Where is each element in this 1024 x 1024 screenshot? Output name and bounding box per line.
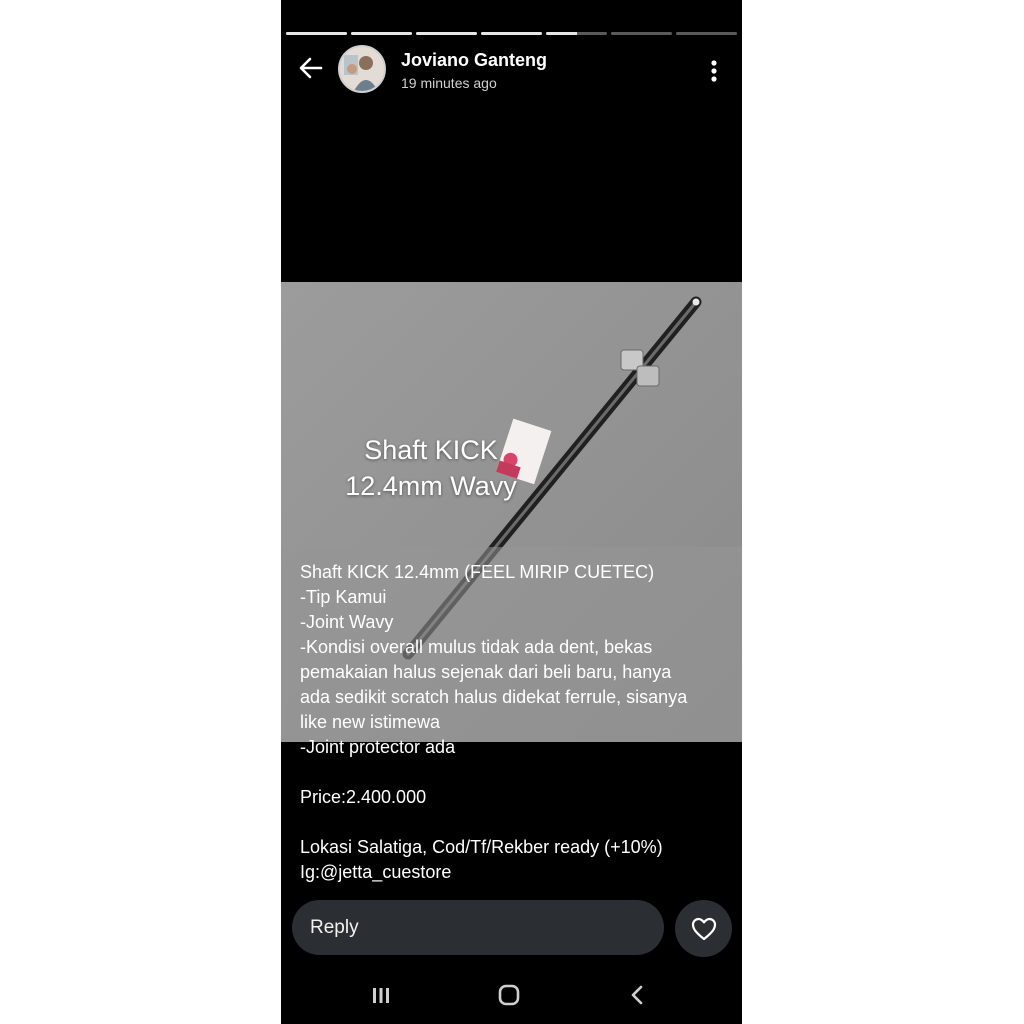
caption-line: -Kondisi overall mulus tidak ada dent, b… [300,637,653,657]
progress-segment-fill [481,32,542,35]
story-header: Joviano Ganteng 19 minutes ago [281,44,742,96]
story-progress-bar [286,32,737,35]
caption-line: Ig:@jetta_cuestore [300,862,452,882]
caption-line: -Joint Wavy [300,612,394,632]
story-caption: Shaft KICK 12.4mm (FEEL MIRIP CUETEC) -Ti… [300,560,728,885]
home-icon[interactable] [495,982,523,1008]
system-nav-bar [281,962,742,1024]
story-viewer: Joviano Ganteng 19 minutes ago Shaft KIC… [281,0,742,1024]
avatar[interactable] [338,45,386,93]
recent-apps-icon[interactable] [367,982,395,1008]
reply-placeholder: Reply [310,916,359,938]
progress-segment [676,32,737,35]
progress-segment [546,32,607,35]
caption-line: Shaft KICK 12.4mm (FEEL MIRIP CUETEC) [300,562,655,582]
progress-segment-fill [416,32,477,35]
caption-line: Lokasi Salatiga, Cod/Tf/Rekber ready (+1… [300,837,663,857]
nav-back-icon[interactable] [624,982,652,1008]
caption-line: pemakaian halus sejenak dari beli baru, … [300,662,672,682]
sticker-line: 12.4mm Wavy [345,471,517,501]
photo-text-sticker: Shaft KICK 12.4mm Wavy [311,432,551,504]
progress-segment [286,32,347,35]
caption-line: -Tip Kamui [300,587,387,607]
sticker-line: Shaft KICK [364,435,498,465]
caption-line: like new istimewa [300,712,441,732]
reply-input[interactable]: Reply [292,900,664,955]
progress-segment [611,32,672,35]
caption-line: Price:2.400.000 [300,787,427,807]
heart-icon [691,917,716,940]
progress-segment-fill [351,32,412,35]
post-time: 19 minutes ago [401,75,497,91]
back-arrow-icon[interactable] [297,54,325,82]
progress-segment-fill [286,32,347,35]
username[interactable]: Joviano Ganteng [401,50,547,71]
more-options-icon[interactable] [704,58,724,84]
progress-segment-fill [546,32,577,35]
like-button[interactable] [675,900,732,957]
caption-line: ada sedikit scratch halus didekat ferrul… [300,687,688,707]
progress-segment [351,32,412,35]
progress-segment [481,32,542,35]
progress-segment [416,32,477,35]
caption-line: -Joint protector ada [300,737,456,757]
